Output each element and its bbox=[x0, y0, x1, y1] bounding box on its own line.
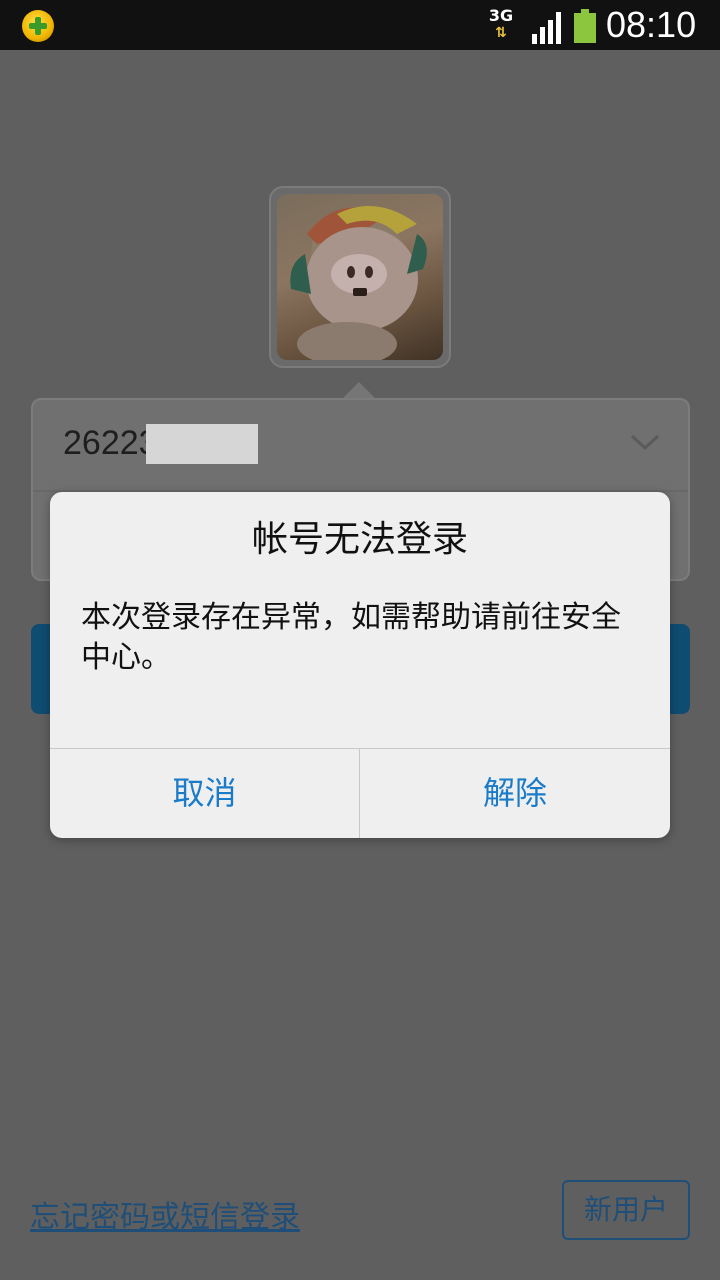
dialog-message: 本次登录存在异常，如需帮助请前往安全中心。 bbox=[81, 600, 621, 675]
battery-icon bbox=[574, 9, 596, 43]
new-user-button[interactable]: 新用户 bbox=[562, 1180, 690, 1240]
avatar-frame[interactable] bbox=[269, 186, 451, 368]
user-avatar bbox=[277, 194, 443, 360]
account-locked-dialog: 帐号无法登录 本次登录存在异常，如需帮助请前往安全中心。 取消 解除 bbox=[50, 492, 670, 838]
release-button[interactable]: 解除 bbox=[360, 749, 670, 838]
avatar-pointer bbox=[343, 382, 375, 398]
app-notification-icon bbox=[22, 10, 54, 42]
cancel-button[interactable]: 取消 bbox=[50, 749, 359, 838]
status-bar: 3G ⇅ 08:10 bbox=[0, 0, 720, 50]
data-arrows-icon: ⇅ bbox=[495, 25, 507, 41]
forgot-password-link[interactable]: 忘记密码或短信登录 bbox=[30, 1192, 300, 1236]
chevron-down-icon[interactable] bbox=[629, 430, 661, 454]
redacted-account-digits bbox=[146, 424, 258, 464]
clock: 08:10 bbox=[606, 4, 697, 45]
account-input[interactable]: 26223 bbox=[63, 424, 158, 463]
dialog-title: 帐号无法登录 bbox=[251, 519, 468, 560]
network-type-indicator: 3G ⇅ bbox=[486, 7, 516, 43]
network-type-label: 3G bbox=[488, 6, 514, 25]
signal-strength-icon bbox=[532, 12, 561, 44]
